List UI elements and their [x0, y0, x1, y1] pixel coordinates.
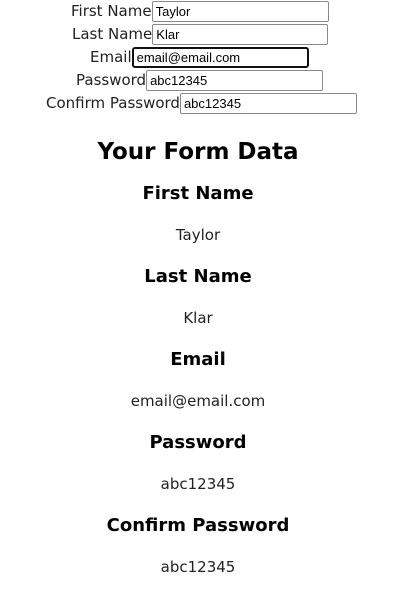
summary-email-value: email@email.com	[130, 392, 266, 410]
email-label: Email	[90, 48, 132, 66]
summary-last-name-value: Klar	[183, 309, 213, 327]
last-name-input[interactable]	[152, 23, 329, 45]
email-row: Email	[90, 46, 309, 68]
summary-password-value: abc12345	[160, 475, 236, 493]
summary-email: Email email@email.com	[0, 340, 396, 423]
summary-password-label: Password	[149, 432, 247, 453]
first-name-row: First Name	[71, 0, 329, 22]
summary-confirm-password-value: abc12345	[160, 558, 236, 576]
last-name-row: Last Name	[72, 23, 329, 45]
form-data-summary: Your Form Data First Name Taylor Last Na…	[0, 130, 396, 589]
summary-confirm-password-label: Confirm Password	[106, 515, 290, 536]
confirm-password-row: Confirm Password	[46, 92, 357, 114]
confirm-password-input[interactable]	[179, 92, 357, 114]
summary-heading: Your Form Data	[97, 139, 299, 165]
password-row: Password	[76, 69, 324, 91]
summary-last-name: Last Name Klar	[0, 257, 396, 340]
summary-first-name: First Name Taylor	[0, 174, 396, 257]
summary-confirm-password: Confirm Password abc12345	[0, 506, 396, 589]
confirm-password-label: Confirm Password	[46, 94, 180, 112]
summary-password: Password abc12345	[0, 423, 396, 506]
email-input[interactable]	[131, 46, 309, 68]
summary-first-name-value: Taylor	[175, 226, 221, 244]
first-name-input[interactable]	[151, 0, 329, 22]
summary-email-label: Email	[170, 349, 226, 370]
password-input[interactable]	[146, 69, 324, 91]
password-label: Password	[76, 71, 147, 89]
summary-first-name-label: First Name	[142, 183, 254, 204]
last-name-label: Last Name	[72, 25, 153, 43]
summary-last-name-label: Last Name	[144, 266, 252, 287]
first-name-label: First Name	[71, 2, 152, 20]
